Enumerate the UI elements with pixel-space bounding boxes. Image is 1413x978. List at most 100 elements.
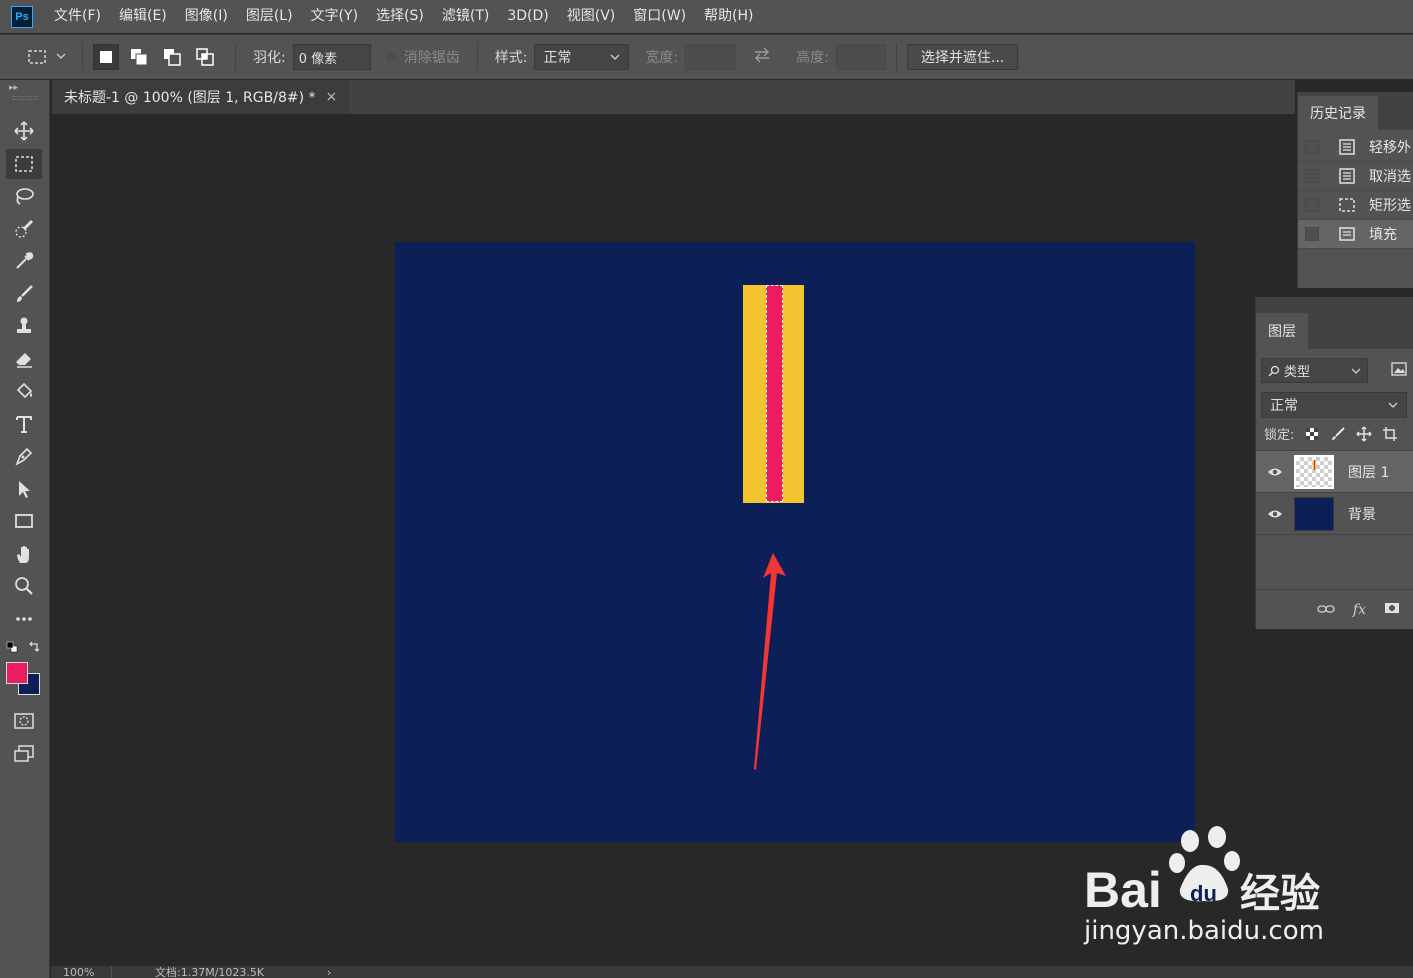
toolbar-grip[interactable] <box>12 96 38 100</box>
eyedropper-tool[interactable] <box>6 246 42 276</box>
feather-input[interactable]: 0 像素 <box>292 44 371 70</box>
history-item[interactable]: 填充 <box>1298 220 1413 249</box>
tab-layers[interactable]: 图层 <box>1256 313 1308 349</box>
add-mask-icon[interactable] <box>1384 602 1400 618</box>
paint-bucket-tool[interactable] <box>6 376 42 406</box>
document-tab[interactable]: 未标题-1 @ 100% (图层 1, RGB/8#) * × <box>52 80 349 114</box>
path-selection-tool[interactable] <box>6 474 42 504</box>
history-item[interactable]: 轻移外 <box>1298 133 1413 162</box>
snapshot-checkbox[interactable] <box>1305 227 1319 241</box>
pen-tool[interactable] <box>6 441 42 471</box>
menu-image[interactable]: 图像(I) <box>176 0 237 33</box>
screen-mode-button[interactable] <box>6 739 42 769</box>
layer-filter-select[interactable]: 类型 <box>1261 358 1368 383</box>
history-item-label: 取消选 <box>1369 169 1411 185</box>
history-item[interactable]: 取消选 <box>1298 162 1413 191</box>
chevron-down-icon <box>610 54 620 60</box>
swap-colors-icon[interactable] <box>28 641 40 657</box>
lasso-tool[interactable] <box>6 181 42 211</box>
snapshot-checkbox[interactable] <box>1305 140 1319 154</box>
chevron-right-icon[interactable]: › <box>327 966 331 978</box>
menu-select[interactable]: 选择(S) <box>367 0 433 33</box>
move-icon <box>14 121 34 141</box>
link-layers-icon[interactable] <box>1317 602 1335 618</box>
intersect-selection-button[interactable] <box>192 44 218 70</box>
menu-layer[interactable]: 图层(L) <box>237 0 302 33</box>
chevron-down-icon <box>1388 402 1398 408</box>
layer-row[interactable]: 背景 <box>1256 493 1413 535</box>
foreground-color-swatch[interactable] <box>6 662 28 684</box>
menu-filter[interactable]: 滤镜(T) <box>433 0 498 33</box>
swap-dimensions-icon[interactable] <box>752 47 772 67</box>
stamp-icon <box>17 317 31 333</box>
zoom-tool[interactable] <box>6 571 42 601</box>
menu-bar: Ps 文件(F) 编辑(E) 图像(I) 图层(L) 文字(Y) 选择(S) 滤… <box>0 0 1413 33</box>
menu-window[interactable]: 窗口(W) <box>624 0 695 33</box>
options-bar: 羽化: 0 像素 消除锯齿 样式: 正常 宽度: 高度: 选择并遮住... <box>0 34 1413 79</box>
antialias-checkbox[interactable] <box>384 51 397 63</box>
move-tool[interactable] <box>6 116 42 146</box>
rectangle-tool[interactable] <box>6 506 42 536</box>
subtract-from-selection-button[interactable] <box>159 44 185 70</box>
fill-icon <box>1337 224 1357 244</box>
lock-position-icon[interactable] <box>1356 425 1372 442</box>
layer-row[interactable]: 图层 1 <box>1256 451 1413 493</box>
divider <box>476 43 478 71</box>
rectangle-icon <box>15 514 33 528</box>
style-select[interactable]: 正常 <box>534 44 630 70</box>
image-filter-icon[interactable] <box>1391 361 1407 380</box>
default-colors-icon[interactable] <box>6 641 18 657</box>
menu-3d[interactable]: 3D(D) <box>498 0 557 33</box>
intersect-selection-icon <box>196 48 214 66</box>
width-input[interactable] <box>685 44 736 70</box>
rect-marquee-tool[interactable] <box>6 149 42 179</box>
visibility-eye-icon[interactable] <box>1256 509 1294 519</box>
menu-file[interactable]: 文件(F) <box>45 0 110 33</box>
antialias-label: 消除锯齿 <box>403 50 460 66</box>
snapshot-checkbox[interactable] <box>1305 169 1319 183</box>
menu-view[interactable]: 视图(V) <box>558 0 625 33</box>
menu-edit[interactable]: 编辑(E) <box>110 0 176 33</box>
snapshot-checkbox[interactable] <box>1305 198 1319 212</box>
layer-name: 背景 <box>1348 506 1376 523</box>
eraser-tool[interactable] <box>6 344 42 374</box>
layer-style-fx-button[interactable]: fx <box>1353 602 1366 618</box>
height-input[interactable] <box>835 44 886 70</box>
document-info[interactable]: 文档:1.37M/1023.5K <box>155 966 264 978</box>
visibility-eye-icon[interactable] <box>1256 467 1294 477</box>
lock-image-pixels-icon[interactable] <box>1330 426 1346 442</box>
brush-tool[interactable] <box>6 279 42 309</box>
collapse-toolbar-icon[interactable]: ▸▸ <box>9 83 18 93</box>
hand-tool[interactable] <box>6 539 42 569</box>
lock-transparent-pixels-icon[interactable] <box>1304 426 1320 442</box>
clone-stamp-tool[interactable] <box>6 311 42 341</box>
new-selection-button[interactable] <box>93 44 119 70</box>
zoom-level[interactable]: 100% <box>63 966 94 978</box>
type-icon <box>16 416 32 433</box>
select-and-mask-button[interactable]: 选择并遮住... <box>906 44 1019 70</box>
selection-marquee[interactable] <box>766 285 783 502</box>
add-to-selection-button[interactable] <box>126 44 152 70</box>
type-tool[interactable] <box>6 409 42 439</box>
direct-selection-icon <box>19 481 30 498</box>
chevron-down-icon[interactable] <box>56 49 66 65</box>
document-icon <box>1337 166 1357 186</box>
divider <box>111 966 112 978</box>
status-bar: 100% 文档:1.37M/1023.5K › <box>51 966 1413 978</box>
more-tools-button[interactable] <box>6 604 42 634</box>
layer-thumbnail <box>1294 496 1334 531</box>
quick-selection-tool[interactable] <box>6 214 42 244</box>
eyedropper-icon <box>16 252 34 269</box>
close-icon[interactable]: × <box>326 89 338 105</box>
tab-history[interactable]: 历史记录 <box>1298 96 1378 130</box>
document-icon <box>1337 137 1357 157</box>
history-panel-header: 历史记录 <box>1298 92 1413 130</box>
quick-mask-button[interactable] <box>6 706 42 736</box>
zoom-icon <box>15 577 33 595</box>
blend-mode-select[interactable]: 正常 <box>1261 392 1407 418</box>
tool-preset-picker[interactable] <box>26 44 52 70</box>
lock-artboard-icon[interactable] <box>1382 426 1398 442</box>
menu-type[interactable]: 文字(Y) <box>302 0 367 33</box>
menu-help[interactable]: 帮助(H) <box>695 0 762 33</box>
history-item[interactable]: 矩形选 <box>1298 191 1413 220</box>
